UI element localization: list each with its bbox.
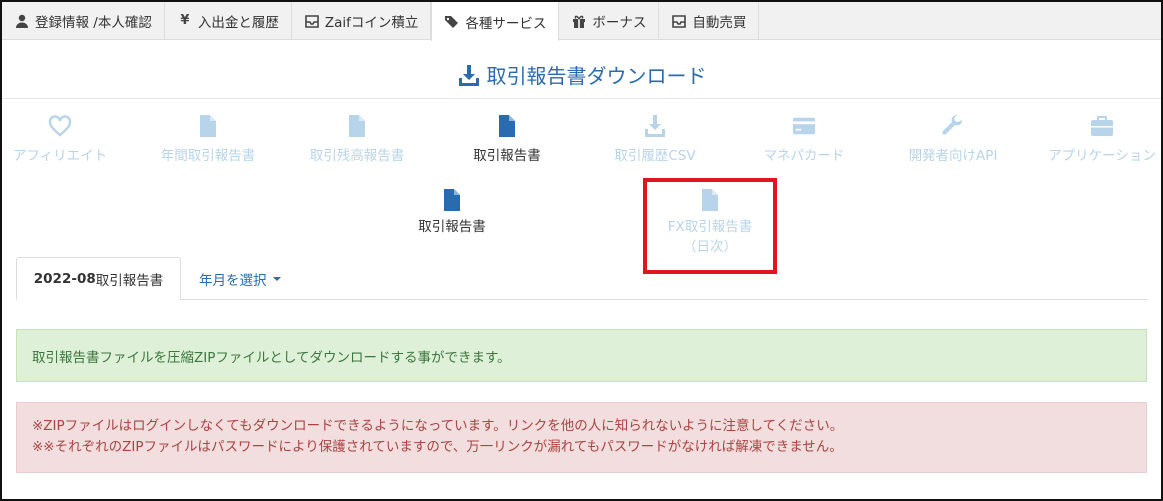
divider (2, 98, 1161, 99)
page-title: 取引報告書ダウンロード (0, 60, 1163, 89)
warning-line: ※※それぞれのZIPファイルはパスワードにより保護されていますので、万一リンクが… (32, 439, 843, 455)
tab-month: 2022-08 (33, 270, 96, 287)
card-icon (792, 117, 816, 135)
subservice-trade-report[interactable]: 取引報告書 (382, 187, 522, 237)
caret-down-icon (272, 276, 281, 281)
service-label: アフィリエイト (12, 148, 108, 164)
briefcase-icon (1091, 116, 1113, 136)
file-icon (499, 115, 515, 137)
inbox-icon (304, 13, 320, 29)
heart-icon (48, 115, 72, 137)
yen-icon: ¥ (180, 13, 190, 28)
file-icon (444, 189, 460, 211)
info-alert: 取引報告書ファイルを圧縮ZIPファイルとしてダウンロードする事ができます。 (16, 329, 1147, 382)
tab-label: 入出金と履歴 (197, 15, 279, 31)
service-annual-report[interactable]: 年間取引報告書 (138, 112, 278, 164)
service-label: 取引報告書 (473, 148, 541, 164)
file-icon (349, 115, 365, 137)
wrench-icon (942, 114, 963, 135)
tab-coin-savings[interactable]: Zaifコイン積立 (292, 2, 432, 40)
tab-label: 自動売買 (692, 15, 747, 31)
tab-label: ボーナス (592, 15, 647, 31)
tab-label: 登録情報 /本人確認 (35, 15, 152, 31)
service-history-csv[interactable]: 取引履歴CSV (585, 112, 725, 164)
tab-bonus[interactable]: ボーナス (559, 2, 660, 40)
info-message: 取引報告書ファイルを圧縮ZIPファイルとしてダウンロードする事ができます。 (32, 349, 511, 366)
tab-services[interactable]: 各種サービス (431, 2, 560, 41)
inbox-icon (671, 13, 687, 29)
file-icon (200, 115, 216, 137)
service-label: 取引残高報告書 (309, 148, 405, 164)
warning-line: ※ZIPファイルはログインしなくてもダウンロードできるようになっています。リンク… (32, 418, 844, 434)
service-trade-report[interactable]: 取引報告書 (437, 112, 577, 164)
tab-deposit-history[interactable]: ¥ 入出金と履歴 (165, 2, 292, 40)
service-label: マネパカード (763, 148, 845, 164)
tab-month-suffix: 取引報告書 (95, 272, 164, 289)
month-select-label: 年月を選択 (199, 272, 267, 289)
service-affiliate[interactable]: アフィリエイト (0, 112, 130, 164)
top-navigation: 登録情報 /本人確認 ¥ 入出金と履歴 Zaifコイン積立 各種サービス ボーナ… (2, 2, 1161, 41)
service-balance-report[interactable]: 取引残高報告書 (287, 112, 427, 164)
warning-alert: ※ZIPファイルはログインしなくてもダウンロードできるようになっています。リンク… (16, 402, 1147, 473)
tab-label: 各種サービス (465, 15, 547, 32)
download-icon (645, 115, 665, 137)
service-label: 年間取引報告書 (160, 148, 256, 164)
service-applications[interactable]: アプリケーション (1032, 112, 1163, 164)
tab-account[interactable]: 登録情報 /本人確認 (2, 2, 165, 40)
service-manepa-card[interactable]: マネパカード (734, 112, 874, 164)
tab-current-month-report[interactable]: 2022-08 取引報告書 (16, 257, 181, 300)
service-label: アプリケーション (1048, 148, 1156, 164)
month-select-dropdown[interactable]: 年月を選択 (199, 257, 281, 300)
service-developer-api[interactable]: 開発者向けAPI (883, 112, 1023, 164)
gift-icon (571, 13, 587, 29)
download-icon (458, 64, 479, 86)
report-tabs: 2022-08 取引報告書 年月を選択 (16, 257, 1147, 300)
service-label: 開発者向けAPI (908, 148, 998, 164)
page-title-text: 取引報告書ダウンロード (486, 64, 707, 88)
tab-label: Zaifコイン積立 (324, 15, 419, 31)
tags-icon (444, 14, 460, 30)
tab-auto-trade[interactable]: 自動売買 (659, 2, 760, 40)
user-icon (14, 13, 30, 29)
service-label: 取引履歴CSV (614, 148, 696, 164)
subservice-label: 取引報告書 (418, 219, 486, 235)
